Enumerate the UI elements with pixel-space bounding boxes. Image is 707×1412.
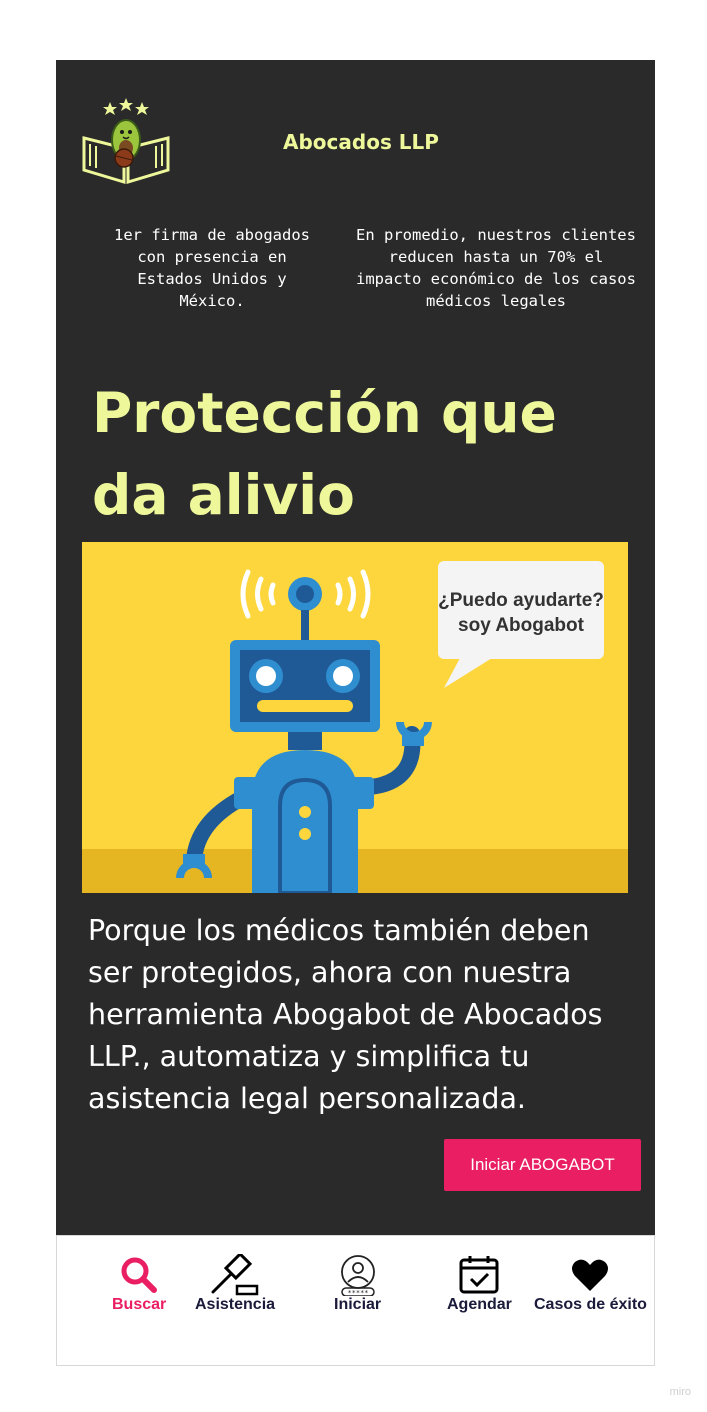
nav-assist-label: Asistencia	[195, 1296, 276, 1313]
stat-presence: 1er firma de abogados con presencia en E…	[114, 226, 310, 310]
svg-text:*****: *****	[347, 1289, 368, 1296]
nav-login[interactable]: ***** Iniciar	[334, 1254, 381, 1314]
stat-savings: En promedio, nuestros clientes reducen h…	[356, 226, 636, 310]
nav-schedule[interactable]: Agendar	[447, 1254, 512, 1314]
nav-assist[interactable]: Asistencia	[195, 1254, 275, 1314]
calendar-check-icon	[459, 1256, 499, 1294]
nav-cases-label: Casos de éxito	[534, 1296, 647, 1313]
avocado-book-logo-icon	[82, 98, 170, 185]
nav-login-label: Iniciar	[334, 1296, 382, 1313]
search-icon	[121, 1257, 158, 1293]
heart-icon	[572, 1259, 609, 1291]
app-screen: Abocados LLP 1er firma de abogados con p…	[56, 60, 655, 1366]
start-abogabot-button[interactable]: Iniciar ABOGABOT	[444, 1139, 641, 1191]
user-login-icon: *****	[340, 1255, 375, 1296]
brand-name: Abocados LLP	[283, 130, 439, 154]
hero-title: Protección que da alivio	[92, 381, 557, 527]
bubble-line-1: ¿Puedo ayudarte?	[438, 590, 604, 611]
nav-cases[interactable]: Casos de éxito	[534, 1254, 647, 1314]
nav-search[interactable]: Buscar	[112, 1254, 166, 1314]
hero-description: Porque los médicos también deben ser pro…	[88, 914, 603, 1115]
robot-illustration: ¿Puedo ayudarte? soy Abogabot	[82, 542, 628, 893]
nav-search-label: Buscar	[112, 1296, 167, 1313]
bubble-line-2: soy Abogabot	[458, 615, 585, 636]
miro-watermark: miro	[669, 1386, 691, 1398]
gavel-icon	[211, 1254, 259, 1296]
bottom-nav: Buscar Asistencia ***** Iniciar Agendar …	[56, 1235, 655, 1366]
nav-schedule-label: Agendar	[447, 1296, 512, 1313]
